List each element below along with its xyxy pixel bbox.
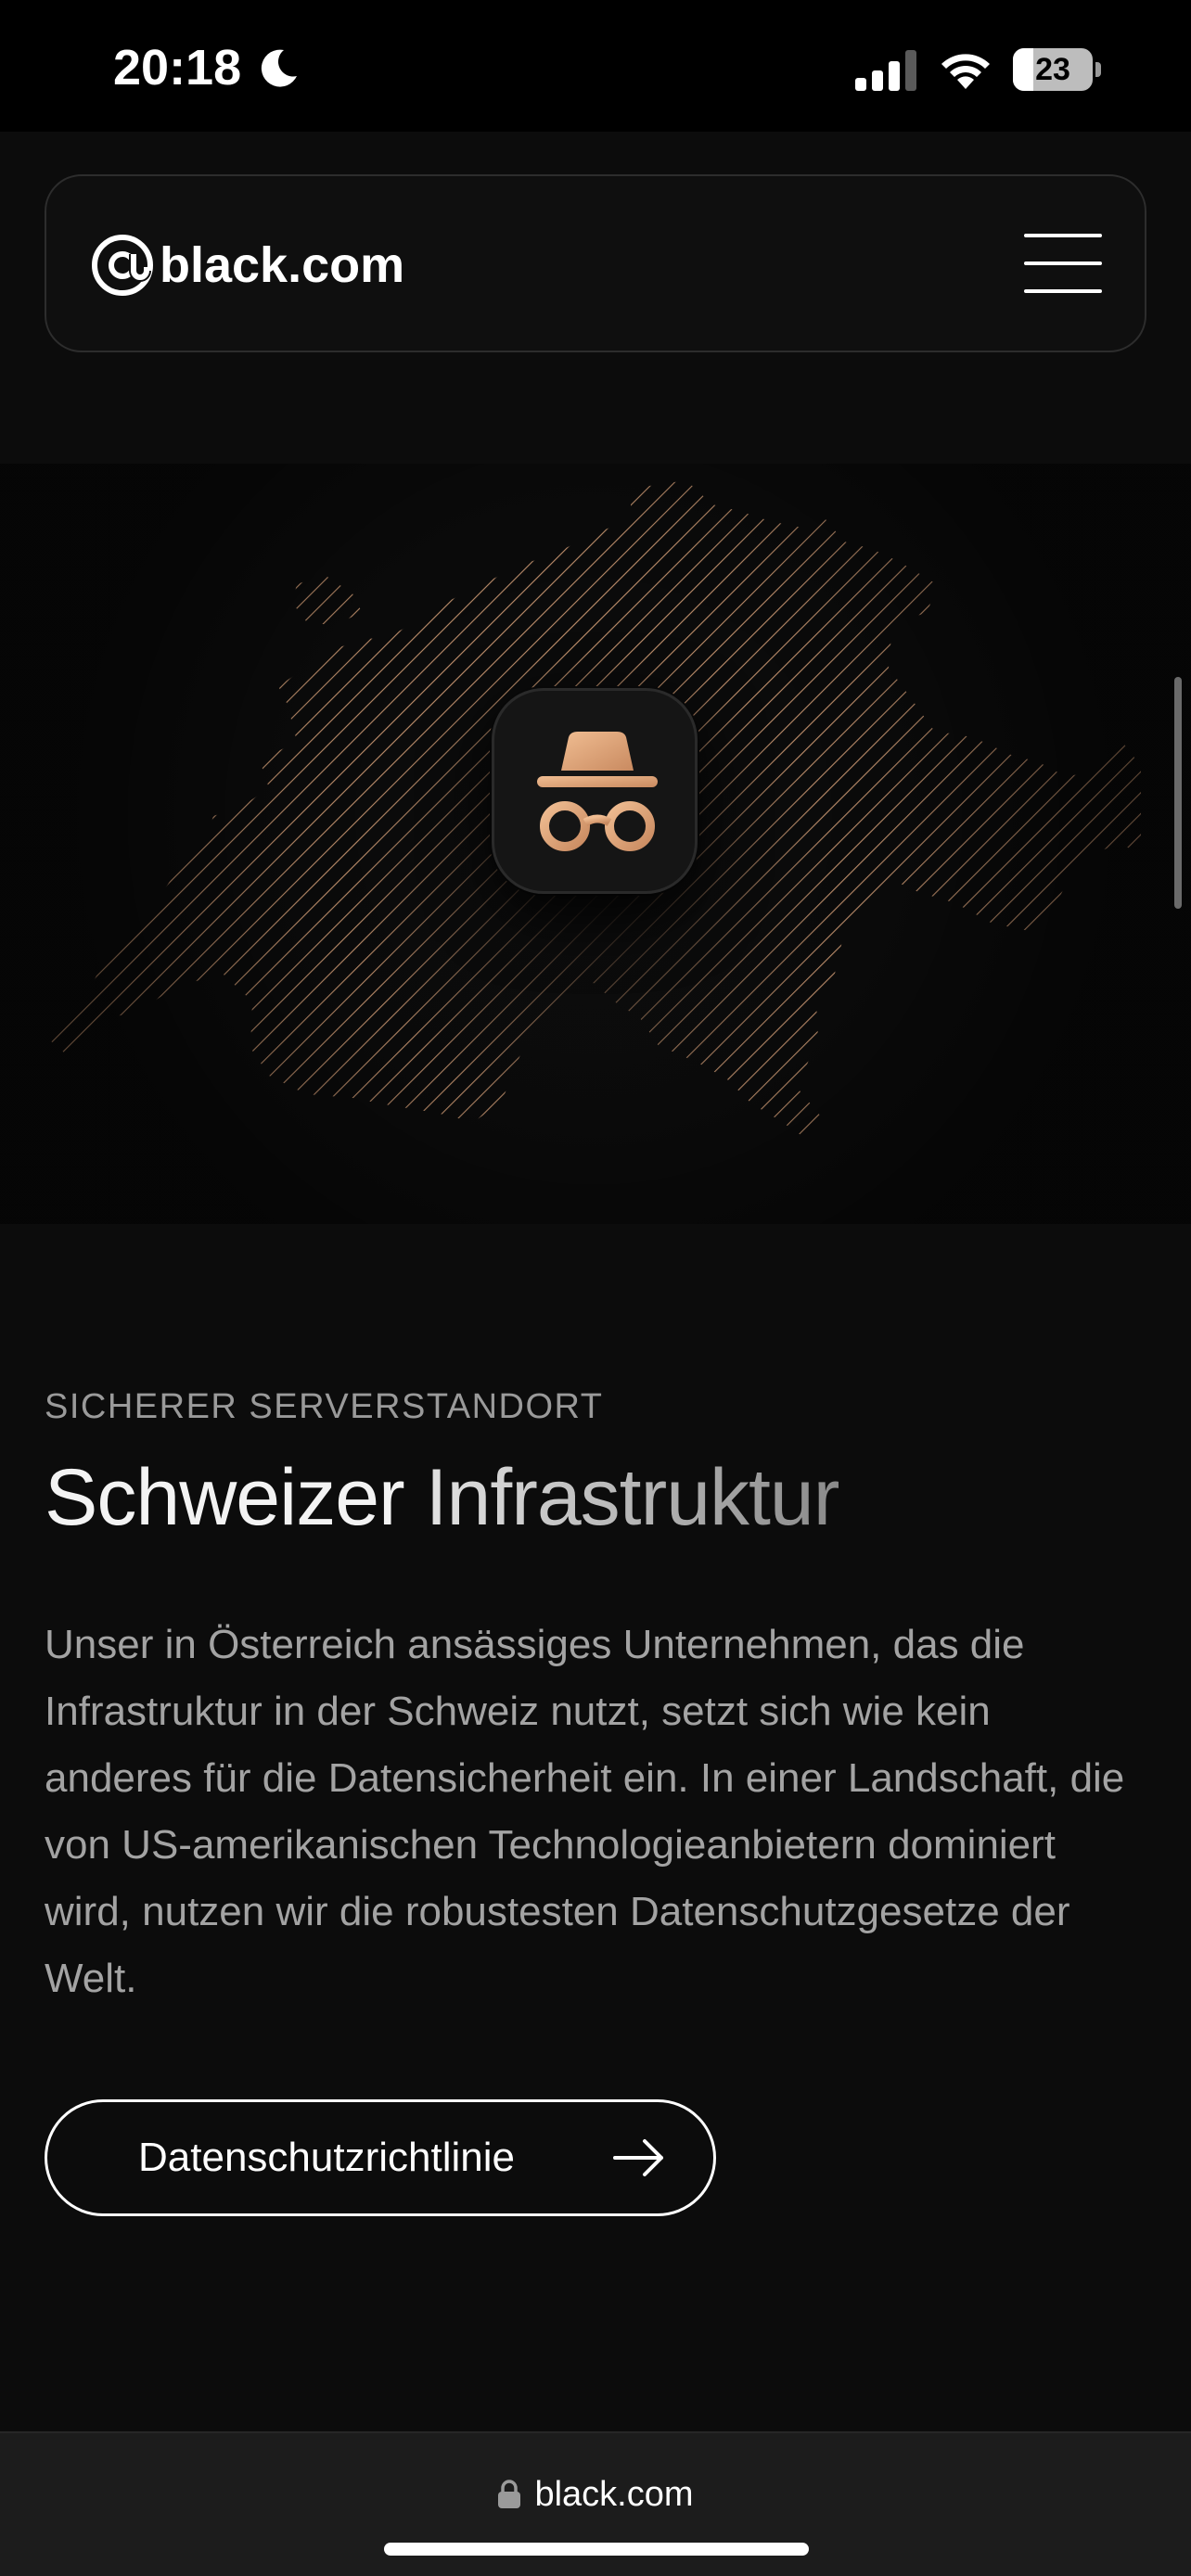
privacy-policy-button[interactable]: Datenschutzrichtlinie bbox=[45, 2099, 716, 2216]
url-text: black.com bbox=[534, 2474, 694, 2514]
section-body: Unser in Österreich ansässiges Unternehm… bbox=[45, 1622, 1125, 2001]
arrow-right-icon bbox=[613, 2139, 663, 2176]
site-header: black.com bbox=[45, 174, 1146, 352]
at-sign-icon bbox=[92, 235, 153, 296]
battery-icon: 23 bbox=[1013, 48, 1102, 91]
lock-icon bbox=[498, 2480, 521, 2508]
section-eyebrow: SICHERER SERVERSTANDORT bbox=[45, 1387, 604, 1426]
menu-line bbox=[1024, 261, 1102, 265]
home-indicator[interactable] bbox=[384, 2543, 809, 2556]
cellular-signal-icon bbox=[855, 50, 916, 91]
moon-icon bbox=[261, 49, 297, 87]
status-time: 20:18 bbox=[113, 40, 242, 96]
headline-part-1: Schweizer bbox=[45, 1453, 426, 1542]
battery-cap bbox=[1095, 62, 1101, 77]
hamburger-menu-button[interactable] bbox=[1024, 234, 1102, 293]
logo-text: black.com bbox=[160, 237, 405, 293]
section-headline: Schweizer Infrastruktur bbox=[45, 1452, 839, 1544]
browser-address-bar: black.com bbox=[0, 2431, 1191, 2576]
site-logo[interactable]: black.com bbox=[89, 228, 404, 302]
address-field[interactable]: black.com bbox=[0, 2470, 1191, 2519]
status-bar: 20:18 23 bbox=[0, 0, 1191, 132]
incognito-spy-icon bbox=[537, 732, 658, 851]
privacy-policy-button-label: Datenschutzrichtlinie bbox=[138, 2135, 515, 2180]
wifi-icon bbox=[941, 54, 990, 89]
scroll-indicator[interactable] bbox=[1174, 677, 1182, 909]
menu-line bbox=[1024, 289, 1102, 293]
headline-part-2: Infrastruktur bbox=[425, 1453, 840, 1542]
menu-line bbox=[1024, 234, 1102, 237]
incognito-icon-tile bbox=[492, 688, 698, 894]
battery-level: 23 bbox=[1035, 52, 1070, 87]
switzerland-map-illustration bbox=[0, 464, 1191, 1224]
page: 20:18 23 black.com SICHERER SERVERSTANDO… bbox=[0, 0, 1191, 2576]
